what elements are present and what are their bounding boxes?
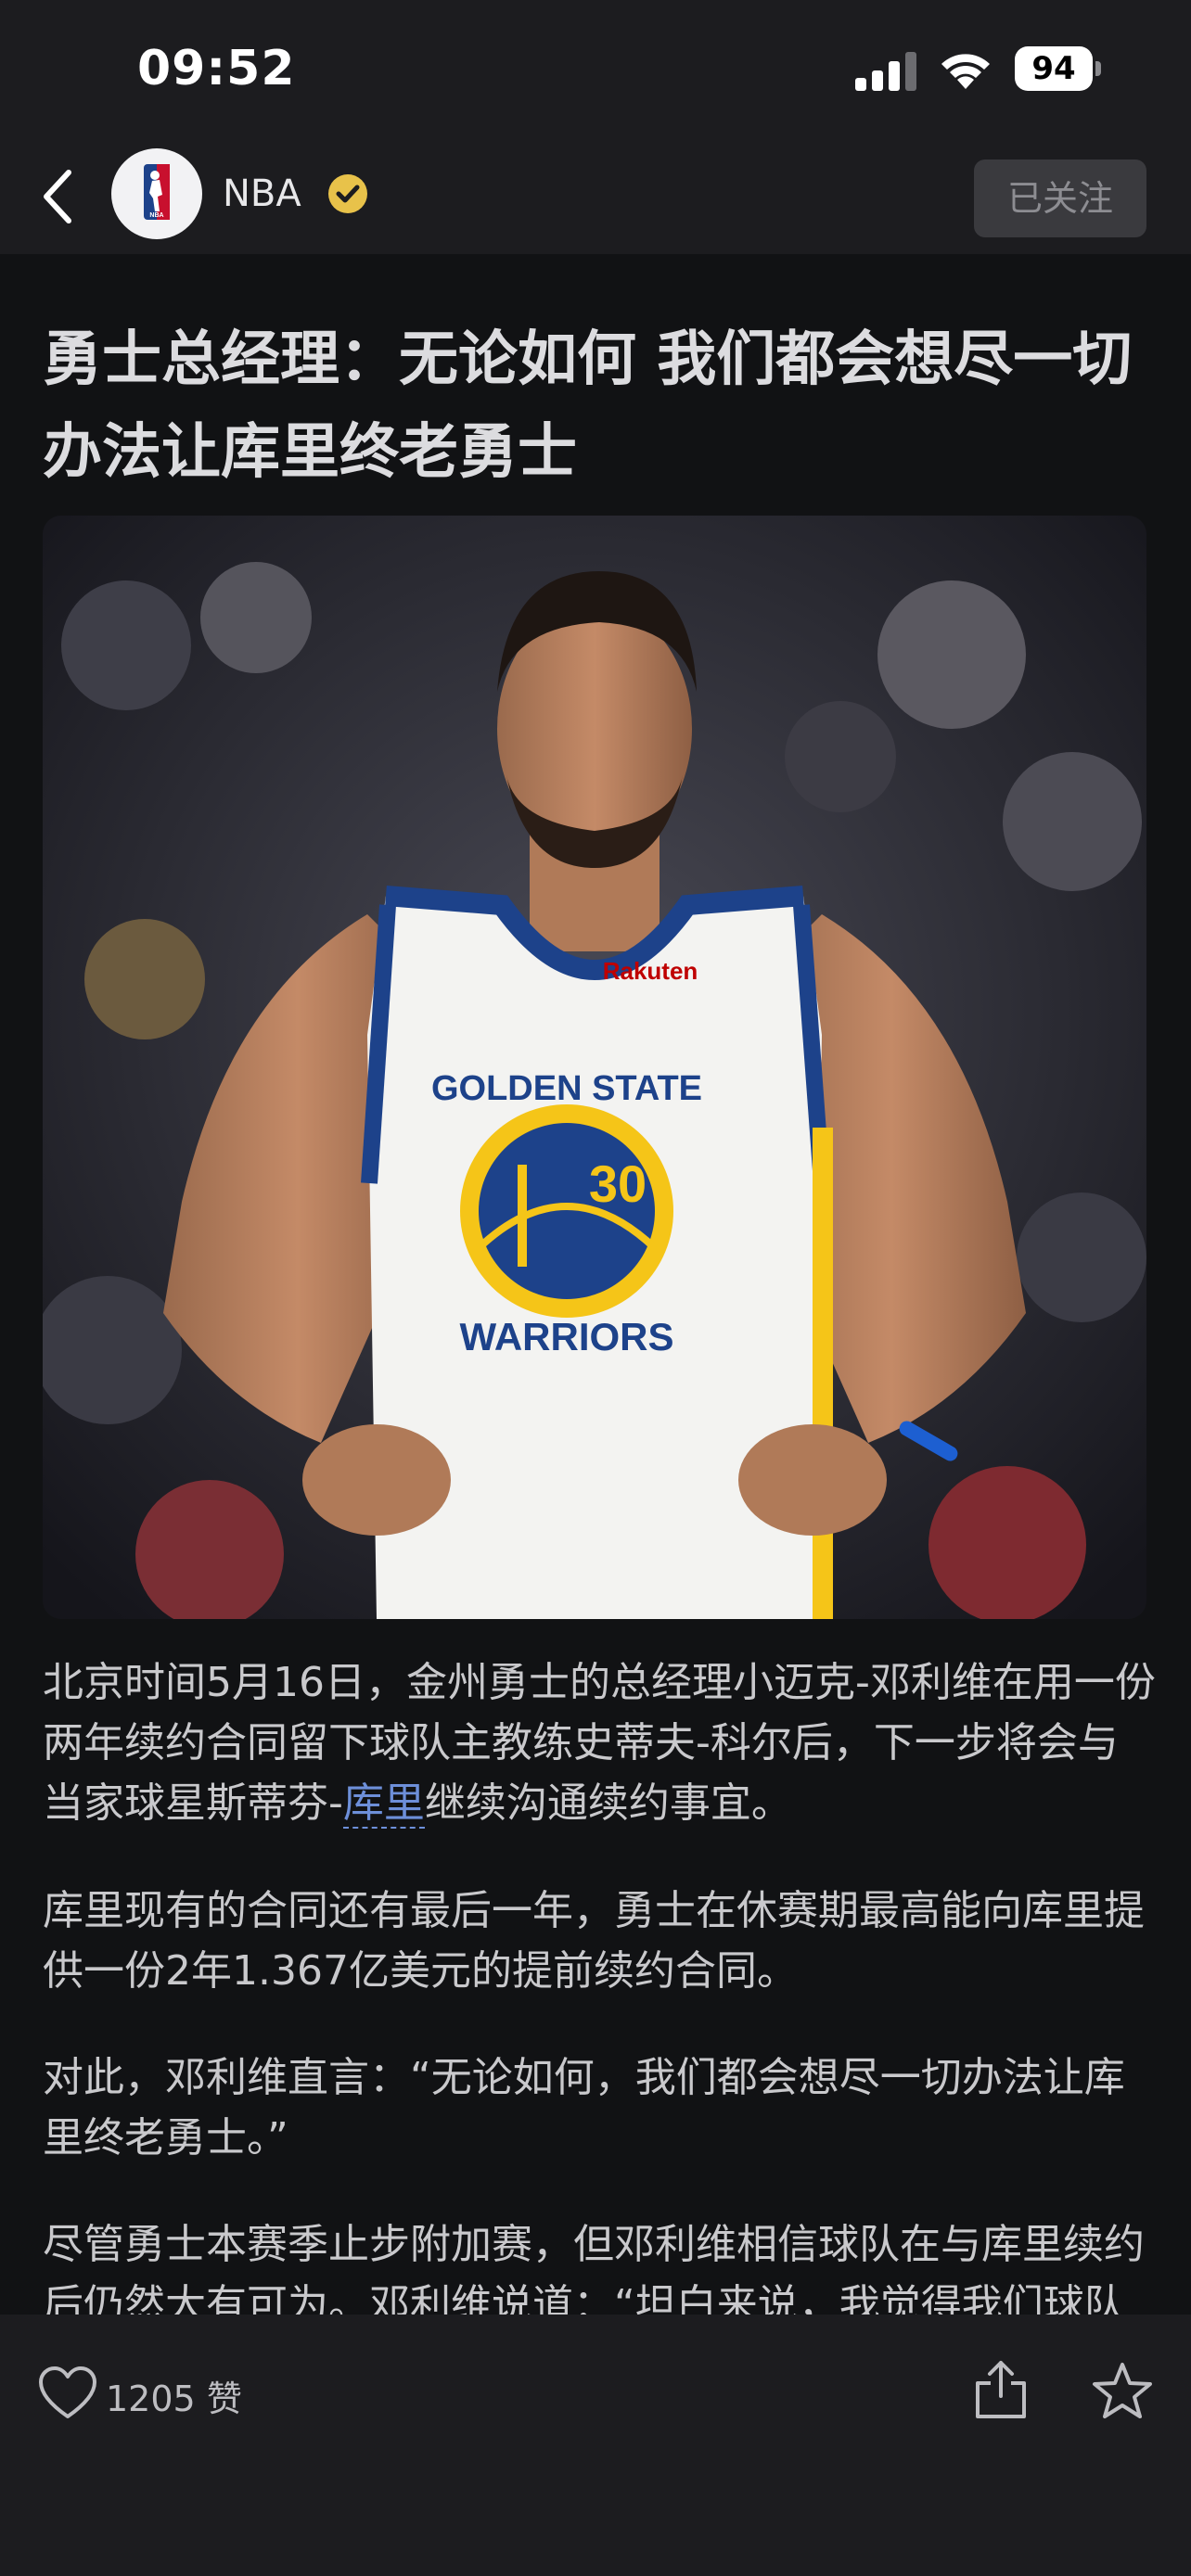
status-bar: 09:52 94 bbox=[0, 0, 1191, 139]
svg-text:WARRIORS: WARRIORS bbox=[460, 1315, 674, 1358]
cellular-signal-icon bbox=[855, 52, 916, 91]
wifi-icon bbox=[941, 54, 990, 89]
battery-level: 94 bbox=[1015, 46, 1093, 91]
favorite-star-icon[interactable] bbox=[1091, 2361, 1154, 2420]
article-title: 勇士总经理：无论如何 我们都会想尽一切办法让库里终老勇士 bbox=[43, 325, 1133, 487]
follow-button[interactable]: 已关注 bbox=[974, 159, 1146, 237]
battery-icon: 94 bbox=[1015, 46, 1101, 91]
player-link-curry[interactable]: 库里 bbox=[342, 1779, 425, 1829]
article-content: 勇士总经理：无论如何 我们都会想尽一切办法让库里终老勇士 30 GOLDEN S… bbox=[0, 254, 1191, 2315]
bottom-action-bar: 1205 赞 bbox=[0, 2315, 1191, 2576]
verified-badge-icon bbox=[328, 174, 367, 213]
svg-text:NBA: NBA bbox=[149, 212, 163, 219]
like-count: 1205 赞 bbox=[106, 2370, 242, 2421]
like-count-number: 1205 bbox=[106, 2378, 196, 2419]
share-icon[interactable] bbox=[972, 2359, 1030, 2420]
article-paragraph-3: 对此，邓利维直言：“无论如何，我们都会想尽一切办法让库里终老勇士。” bbox=[43, 2054, 1125, 2162]
svg-text:30: 30 bbox=[589, 1154, 647, 1213]
nba-logo-icon: NBA bbox=[144, 164, 170, 220]
article-paragraph-4: 尽管勇士本赛季止步附加赛，但邓利维相信球队在与库里续约后仍然大有可为。邓利维说道… bbox=[43, 2221, 1145, 2315]
svg-text:GOLDEN STATE: GOLDEN STATE bbox=[431, 1069, 702, 1108]
status-time: 09:52 bbox=[137, 41, 296, 96]
article-paragraph-1: 北京时间5月16日，金州勇士的总经理小迈克-邓利维在用一份两年续约合同留下球队主… bbox=[43, 1652, 1156, 1833]
back-icon[interactable] bbox=[37, 167, 83, 226]
article-paragraph-2: 库里现有的合同还有最后一年，勇士在休赛期最高能向库里提供一份2年1.367亿美元… bbox=[43, 1887, 1145, 1995]
nba-logo-avatar[interactable]: NBA bbox=[111, 148, 202, 239]
svg-text:Rakuten: Rakuten bbox=[603, 957, 698, 985]
player-photo-image: 30 GOLDEN STATE WARRIORS Rakuten bbox=[43, 516, 1146, 1619]
article-photo[interactable]: 30 GOLDEN STATE WARRIORS Rakuten bbox=[43, 516, 1146, 1619]
paragraph-text: 继续沟通续约事宜。 bbox=[424, 1779, 792, 1827]
nav-bar: NBA NBA 已关注 bbox=[0, 139, 1191, 254]
like-count-unit: 赞 bbox=[206, 2378, 242, 2419]
heart-like-icon[interactable] bbox=[37, 2365, 98, 2422]
channel-name[interactable]: NBA bbox=[223, 172, 301, 215]
